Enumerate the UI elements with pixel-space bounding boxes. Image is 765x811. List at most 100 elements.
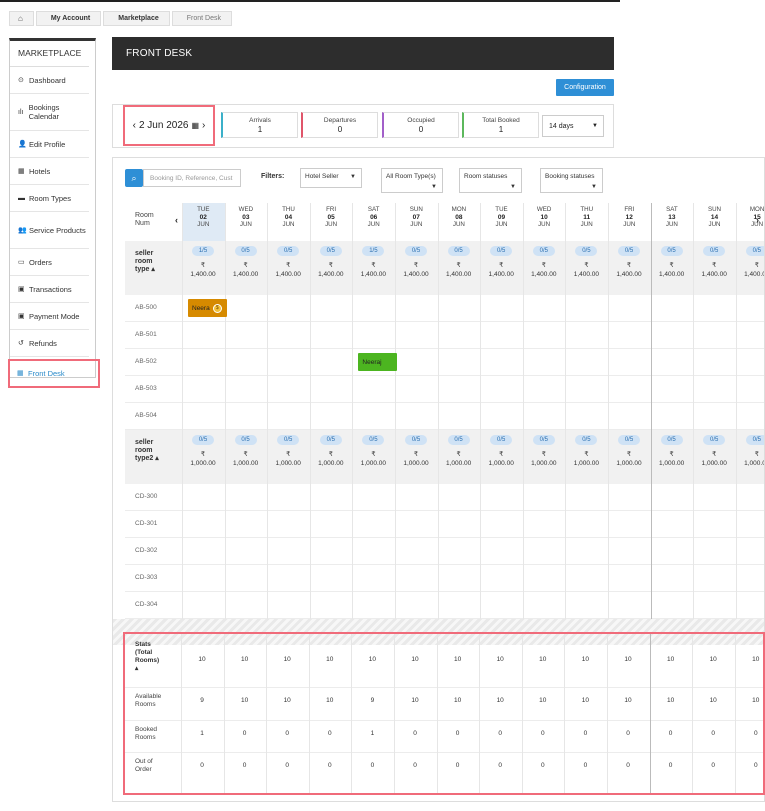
sidebar-item-payment-mode[interactable]: ▣ Payment Mode (10, 303, 89, 330)
stats-title-line: (Total (135, 649, 153, 656)
month-label: JUN (580, 221, 593, 228)
sidebar-item-edit-profile[interactable]: 👤 Edit Profile (10, 131, 89, 158)
stats-value: 0 (327, 730, 332, 737)
stats-value: 0 (242, 762, 247, 769)
stats-value: 0 (711, 730, 715, 737)
sidebar-item-bookings-calendar[interactable]: ılı Bookings Calendar (10, 94, 89, 131)
sidebar-item-label: Transactions (29, 284, 72, 294)
availability-badge: 0/5 (660, 246, 683, 256)
days-range-select[interactable]: 14 days ▼ (542, 115, 604, 137)
currency-symbol: ₹ (328, 262, 333, 269)
sidebar-item-label: Orders (29, 257, 52, 267)
availability-badge: 0/5 (660, 435, 683, 445)
sidebar-item-hotels[interactable]: ▦ Hotels (10, 158, 89, 185)
currency-symbol: ₹ (626, 262, 632, 269)
search-input[interactable]: Booking ID, Reference, Cust (143, 169, 241, 187)
stats-value: 0 (668, 762, 673, 769)
chevron-left-icon[interactable]: ‹ (175, 215, 178, 225)
grid-column-divider (437, 203, 439, 619)
day-of-week: SAT (367, 206, 380, 213)
guest-name: Neera (192, 304, 210, 312)
sidebar-item-refunds[interactable]: ↺ Refunds (10, 330, 89, 357)
summary-card-total-booked[interactable]: Total Booked 1 (462, 112, 539, 138)
stats-title[interactable]: Stats (Total Rooms) ▴ (135, 641, 159, 673)
room-status-select[interactable]: Room statuses ▼ (459, 168, 522, 193)
undo-icon: ↺ (18, 339, 24, 347)
room-number: CD-304 (135, 601, 158, 608)
total-rooms-value: 10 (539, 656, 547, 663)
availability-badge: 0/5 (490, 246, 513, 256)
currency-symbol: ₹ (541, 451, 546, 458)
room-price: ₹1,400.00 (225, 261, 267, 279)
price-value: 1,400.00 (275, 271, 301, 278)
summary-card-departures[interactable]: Departures 0 (301, 112, 378, 138)
bed-icon: ▬ (18, 194, 25, 202)
summary-card-arrivals[interactable]: Arrivals 1 (221, 112, 298, 138)
room-type-select[interactable]: All Room Type(s) ▼ (381, 168, 443, 193)
next-date-icon[interactable]: › (202, 120, 205, 131)
room-row: CD-303 (125, 565, 764, 592)
booking-status-select[interactable]: Booking statuses ▼ (540, 168, 603, 193)
home-icon: ⌂ (18, 14, 23, 23)
stats-value: 10 (624, 697, 632, 704)
room-row: AB-501 (125, 322, 764, 349)
sidebar-item-orders[interactable]: ▭ Orders (10, 249, 89, 276)
sidebar-item-room-types[interactable]: ▬ Room Types (10, 185, 89, 212)
stats-value: 0 (753, 730, 758, 737)
room-number: AB-500 (135, 304, 157, 311)
sidebar-item-dashboard[interactable]: ⊙ Dashboard (10, 67, 89, 94)
grid-column-divider (182, 203, 183, 619)
stats-value: 10 (709, 697, 717, 704)
sidebar-item-label: Payment Mode (29, 311, 80, 321)
grid-column-divider (224, 203, 226, 619)
day-number: 13 (668, 213, 676, 221)
room-type-name[interactable]: seller room type ▴ (135, 250, 155, 274)
day-of-week: MON (749, 206, 765, 213)
day-of-week: SUN (707, 206, 722, 213)
booking-block[interactable]: Neeraj (358, 353, 398, 371)
guest-name: Neeraj (362, 358, 382, 366)
breadcrumb-my-account[interactable]: My Account (35, 11, 102, 26)
stats-column-divider (521, 634, 523, 793)
room-number: AB-504 (135, 412, 157, 419)
chevron-down-icon: ▼ (592, 123, 598, 129)
search-icon[interactable]: ⌕ (125, 169, 143, 187)
availability-badge: 0/5 (532, 435, 555, 445)
stats-column-divider (479, 634, 481, 793)
prev-date-icon[interactable]: ‹ (133, 120, 136, 131)
sidebar-item-label: Bookings Calendar (28, 103, 60, 121)
currency-symbol: ₹ (328, 451, 333, 458)
day-of-week: WED (238, 206, 254, 213)
sidebar-item-transactions[interactable]: ▣ Transactions (10, 276, 89, 303)
room-type-name[interactable]: seller room type2 ▴ (135, 439, 159, 463)
breadcrumb-marketplace[interactable]: Marketplace (103, 11, 170, 26)
total-rooms-value: 10 (709, 656, 717, 663)
stats-section: Stats (Total Rooms) ▴ 10 10 10 10 10 10 10 10 10 10 10… (123, 632, 765, 795)
stats-row-label: Booked Rooms (135, 726, 157, 742)
currency-symbol: ₹ (712, 451, 717, 458)
date-picker[interactable]: ‹ 2 Jun 2026 ▦ › (123, 105, 215, 146)
availability-badge: 0/5 (362, 435, 385, 445)
month-label: JUN (282, 221, 295, 228)
availability-badge: 0/5 (745, 435, 764, 445)
summary-card-label: Total Booked (482, 117, 520, 124)
room-price: ₹1,400.00 (438, 261, 480, 279)
day-of-week: MON (451, 206, 467, 213)
breadcrumb-home[interactable]: ⌂ (9, 11, 34, 26)
date-column-header: MON 08 JUN (438, 203, 481, 241)
availability-badge: 0/5 (405, 246, 427, 256)
calendar-icon[interactable]: ▦ (191, 121, 199, 130)
bar-chart-icon: ılı (18, 108, 24, 116)
day-of-week: TUE (495, 206, 508, 213)
summary-card-occupied[interactable]: Occupied 0 (382, 112, 459, 138)
current-date: 2 Jun 2026 (138, 120, 189, 131)
total-rooms-value: 10 (752, 656, 760, 663)
availability-badge: 1/5 (362, 246, 385, 256)
price-value: 1,400.00 (658, 271, 685, 278)
currency-symbol: ₹ (413, 262, 419, 269)
sidebar-item-front-desk[interactable]: ▦ Front Desk (8, 359, 100, 388)
hotel-select[interactable]: Hotel Seller ▼ (300, 168, 362, 188)
sidebar-item-service-products[interactable]: 👥 Service Products (10, 212, 89, 249)
booking-block[interactable]: Neera $ (188, 299, 227, 317)
configuration-button[interactable]: Configuration (556, 79, 614, 96)
